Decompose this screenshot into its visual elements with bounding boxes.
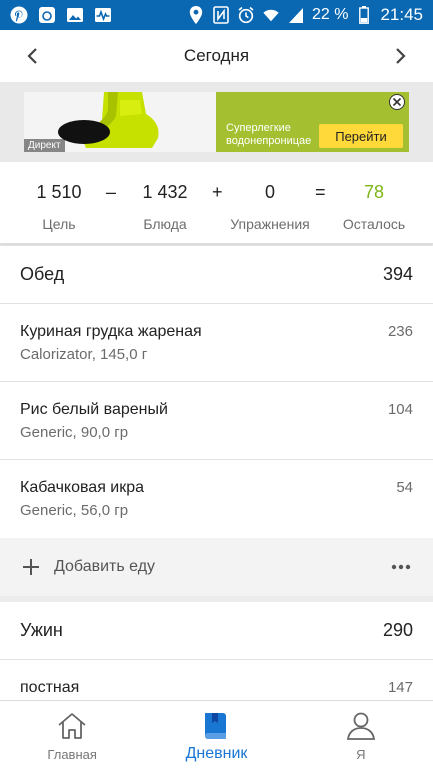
food-name: Рис белый вареный	[20, 401, 168, 418]
nav-diary-label: Дневник	[185, 745, 248, 762]
next-day-button[interactable]	[389, 44, 413, 68]
close-icon	[392, 97, 402, 107]
exercise-value: 0	[264, 182, 275, 202]
battery-icon	[355, 6, 373, 24]
alarm-icon	[237, 6, 255, 24]
date-header: Сегодня	[0, 30, 433, 82]
food-calories: 147	[387, 679, 413, 696]
food-calories: 236	[387, 323, 413, 340]
exercise-label: Упражнения	[230, 216, 310, 232]
app-badge-icon	[38, 6, 56, 24]
meal-name: Обед	[20, 264, 65, 284]
meal-name: Ужин	[20, 620, 63, 640]
wifi-icon	[262, 6, 280, 24]
meal-calories: 290	[382, 620, 413, 640]
remaining-label: Осталось	[342, 216, 406, 232]
food-item[interactable]: Рис белый вареный Generic, 90,0 гр 104	[0, 382, 433, 460]
food-calories: 54	[396, 479, 413, 496]
summary-exercise[interactable]: 0 Упражнения	[222, 182, 318, 232]
meal-section-dinner: Ужин 290 постная 147	[0, 602, 433, 700]
add-food-button[interactable]: Добавить еду	[0, 538, 433, 596]
signal-icon	[287, 6, 305, 24]
battery-percent: 22 %	[311, 6, 349, 23]
goal-label: Цель	[42, 216, 76, 232]
ad-label: Директ	[24, 139, 65, 152]
add-food-label: Добавить еду	[54, 558, 156, 575]
more-horizontal-icon	[391, 564, 411, 570]
ad-banner[interactable]: Суперлегкие водонепроницае Перейти Дирек…	[24, 92, 409, 152]
ad-area: Суперлегкие водонепроницае Перейти Дирек…	[0, 82, 433, 162]
food-detail: Calorizator, 145,0 г	[20, 346, 148, 363]
food-name: Куриная грудка жареная	[20, 323, 202, 340]
calorie-summary: 1 510 Цель – 1 432 Блюда + 0 Упражнения …	[0, 162, 433, 244]
activity-icon	[94, 6, 112, 24]
minus-operator: –	[106, 182, 117, 202]
status-bar: 22 % 21:45	[0, 0, 433, 30]
food-name: Кабачковая икра	[20, 479, 145, 496]
user-icon	[344, 711, 378, 741]
gallery-icon	[66, 6, 84, 24]
food-calories: 104	[387, 401, 413, 418]
remaining-value: 78	[363, 182, 385, 202]
meal-section-lunch: Обед 394 Куриная грудка жареная Caloriza…	[0, 246, 433, 596]
nav-home-label: Главная	[47, 747, 97, 762]
food-detail: Generic, 90,0 гр	[20, 424, 129, 441]
summary-remaining[interactable]: 78 Осталось	[327, 182, 421, 232]
food-item[interactable]: Куриная грудка жареная Calorizator, 145,…	[0, 304, 433, 382]
plus-operator: +	[212, 182, 223, 202]
bottom-navigation: Главная Дневник Я	[0, 700, 433, 770]
ad-text-line2: водонепроницае	[226, 135, 312, 147]
summary-food[interactable]: 1 432 Блюда	[118, 182, 212, 232]
summary-goal[interactable]: 1 510 Цель	[12, 182, 106, 232]
food-detail: Generic, 56,0 гр	[20, 502, 129, 519]
previous-day-button[interactable]	[20, 44, 44, 68]
ad-panel: Суперлегкие водонепроницае Перейти	[216, 92, 409, 152]
nfc-icon	[212, 6, 230, 24]
ad-text-line1: Суперлегкие	[226, 122, 291, 134]
clock: 21:45	[380, 5, 423, 24]
nav-home[interactable]: Главная	[0, 701, 144, 770]
meal-header[interactable]: Обед 394	[0, 246, 433, 304]
equals-operator: =	[315, 182, 326, 202]
chevron-left-icon	[27, 48, 37, 64]
food-item[interactable]: Кабачковая икра Generic, 56,0 гр 54	[0, 460, 433, 538]
food-value: 1 432	[142, 182, 188, 202]
chevron-right-icon	[396, 48, 406, 64]
book-icon	[199, 711, 233, 741]
more-options-button[interactable]	[389, 555, 413, 579]
meal-calories: 394	[382, 264, 413, 284]
food-name: постная	[20, 679, 80, 696]
nav-diary[interactable]: Дневник	[144, 701, 288, 770]
ad-go-button[interactable]: Перейти	[319, 124, 403, 148]
location-icon	[187, 6, 205, 24]
home-icon	[55, 711, 89, 741]
goal-value: 1 510	[36, 182, 82, 202]
meal-header[interactable]: Ужин 290	[0, 602, 433, 660]
nav-profile-label: Я	[356, 747, 366, 762]
ad-close-button[interactable]	[389, 94, 405, 110]
food-label: Блюда	[143, 216, 187, 232]
plus-icon	[20, 556, 42, 578]
nav-profile[interactable]: Я	[289, 701, 433, 770]
ad-text: Суперлегкие водонепроницае	[226, 122, 326, 148]
pinterest-icon	[10, 6, 28, 24]
date-title[interactable]: Сегодня	[184, 46, 249, 66]
food-item[interactable]: постная 147	[0, 660, 433, 700]
